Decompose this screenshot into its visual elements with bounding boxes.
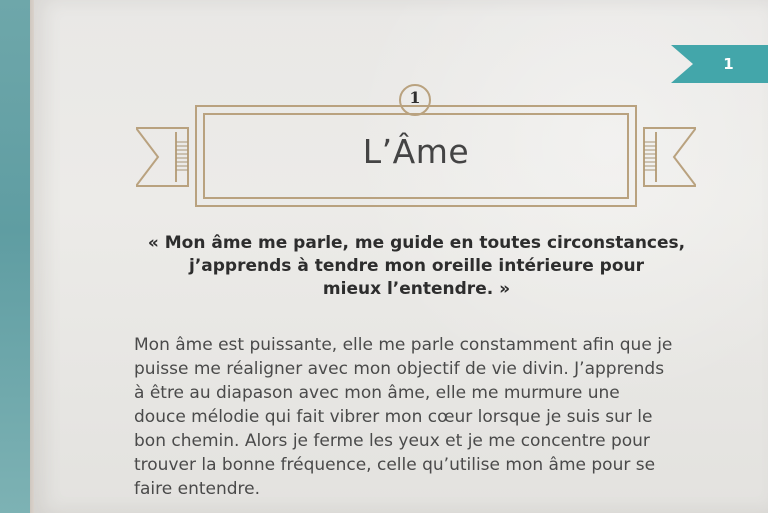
book-photo: 1 1 L’Âme « Mon âme me parle, me guide e… [0, 0, 768, 513]
quote-line: mieux l’entendre. » [322, 279, 511, 299]
body-line: puisse me réaligner avec mon objectif de… [134, 359, 665, 379]
book-page: 1 1 L’Âme « Mon âme me parle, me guide e… [34, 0, 768, 513]
quote-line: j’apprends à tendre mon oreille intérieu… [189, 256, 644, 276]
chapter-number: 1 [409, 88, 421, 107]
chapter-title: L’Âme [362, 132, 470, 171]
chapter-ribbon-marker: 1 [671, 45, 768, 83]
chapter-quote: « Mon âme me parle, me guide en toutes c… [94, 232, 739, 301]
body-line: douce mélodie qui fait vibrer mon cœur l… [134, 407, 653, 427]
body-paragraph: Mon âme est puissante, elle me parle con… [134, 333, 718, 501]
body-line: faire entendre. [134, 479, 261, 499]
body-line: trouver la bonne fréquence, celle qu’uti… [134, 455, 656, 475]
body-line: Mon âme est puissante, elle me parle con… [134, 335, 673, 355]
body-line: à être au diapason avec mon âme, elle me… [134, 383, 620, 403]
quote-line: « Mon âme me parle, me guide en toutes c… [147, 233, 686, 253]
chapter-banner: 1 L’Âme [136, 84, 696, 212]
body-line: bon chemin. Alors je ferme les yeux et j… [134, 431, 650, 451]
